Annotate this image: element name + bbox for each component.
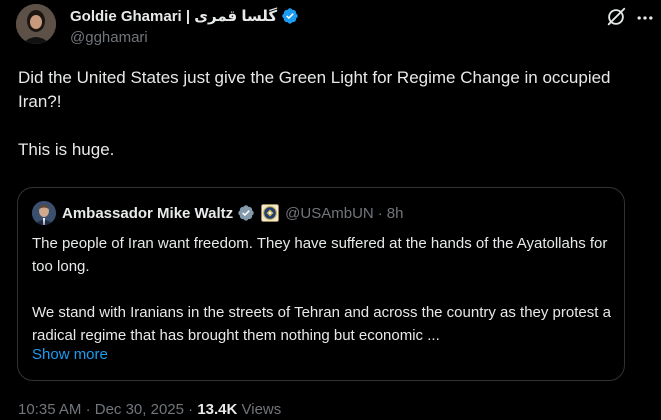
author-display-name[interactable]: Goldie Ghamari | گلسا قمری xyxy=(70,7,277,25)
tweet-paragraph-2: This is huge. xyxy=(18,140,115,159)
tweet-meta: 10:35 AM · Dec 30, 2025 · 13.4K Views xyxy=(18,401,281,418)
grok-icon[interactable] xyxy=(605,6,627,28)
quoted-timestamp[interactable]: 8h xyxy=(387,205,404,222)
quoted-tweet-text: The people of Iran want freedom. They ha… xyxy=(32,232,617,347)
quoted-avatar-image xyxy=(32,201,56,225)
show-more-link[interactable]: Show more xyxy=(32,346,108,363)
government-badge-icon xyxy=(238,205,254,221)
quoted-author-handle[interactable]: @USAmbUN xyxy=(285,205,374,222)
quoted-tweet[interactable]: Ambassador Mike Waltz @USAmbUN · 8h The … xyxy=(17,187,625,381)
author-avatar[interactable] xyxy=(16,4,56,44)
us-seal-icon xyxy=(261,204,280,222)
author-handle[interactable]: @gghamari xyxy=(70,29,148,46)
quoted-paragraph-1: The people of Iran want freedom. They ha… xyxy=(32,235,608,275)
tweet-time[interactable]: 10:35 AM xyxy=(18,401,81,418)
quoted-separator: · xyxy=(377,204,383,222)
tweet-date[interactable]: Dec 30, 2025 xyxy=(95,401,184,418)
quoted-author-avatar[interactable] xyxy=(32,201,56,225)
views-label: Views xyxy=(241,401,282,418)
verified-badge-icon xyxy=(282,8,298,24)
tweet: Goldie Ghamari | گلسا قمری @gghamari Did… xyxy=(0,0,661,420)
meta-separator-1: · xyxy=(85,401,91,418)
quoted-paragraph-2: We stand with Iranians in the streets of… xyxy=(32,304,611,344)
avatar-image xyxy=(16,4,56,44)
meta-separator-2: · xyxy=(188,401,194,418)
more-icon[interactable] xyxy=(635,8,655,28)
quoted-author-name[interactable]: Ambassador Mike Waltz xyxy=(62,205,233,222)
views-count: 13.4K xyxy=(197,401,238,418)
tweet-text: Did the United States just give the Gree… xyxy=(18,66,638,162)
author-name-row: Goldie Ghamari | گلسا قمری xyxy=(70,6,299,26)
tweet-paragraph-1: Did the United States just give the Gree… xyxy=(18,68,611,111)
quoted-tweet-header: Ambassador Mike Waltz @USAmbUN · 8h xyxy=(32,201,404,225)
